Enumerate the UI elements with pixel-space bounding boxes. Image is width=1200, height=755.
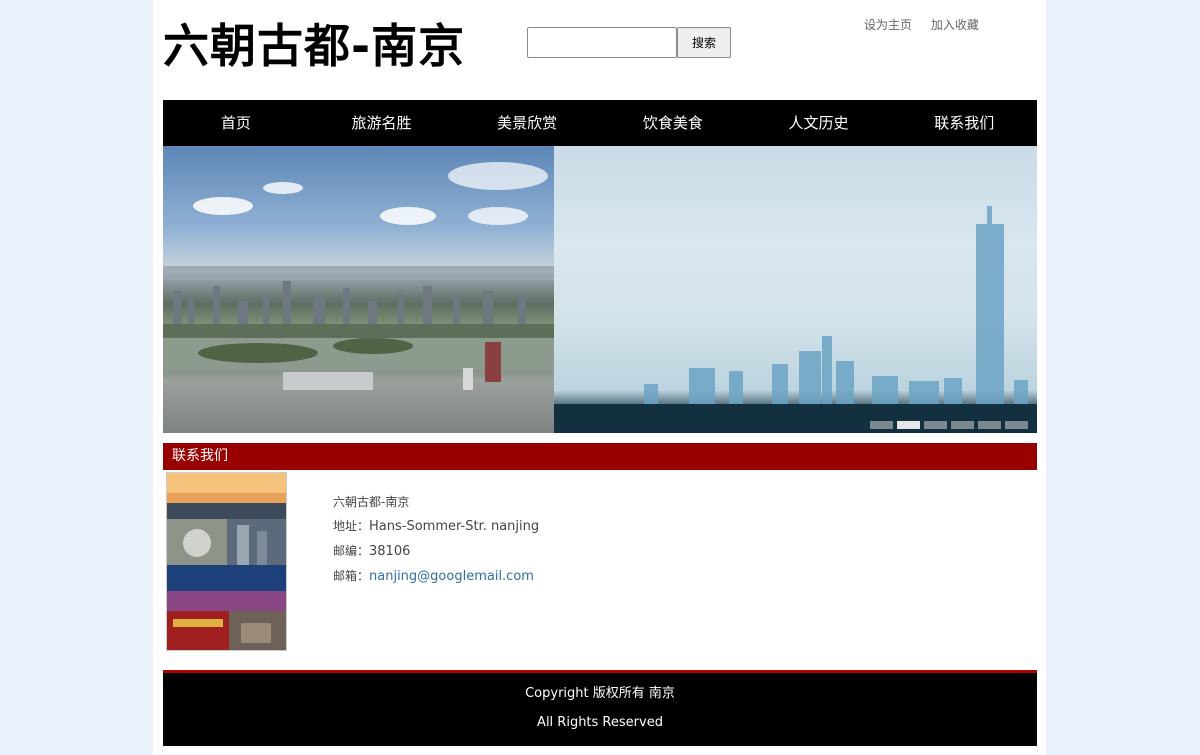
nav-item-contact[interactable]: 联系我们 (891, 100, 1037, 146)
contact-postcode-row: 邮编：38106 (333, 539, 539, 564)
nanjing-collage-illustration (167, 473, 286, 650)
footer-rights: All Rights Reserved (537, 715, 663, 730)
slide-dot-6[interactable] (1005, 421, 1028, 429)
email-label: 邮箱： (333, 569, 370, 583)
contact-collage-image (166, 472, 287, 651)
set-homepage-link[interactable]: 设为主页 (864, 18, 912, 32)
banner-slider[interactable] (163, 146, 1037, 433)
nav-item-food[interactable]: 饮食美食 (600, 100, 746, 146)
search-button[interactable]: 搜索 (677, 27, 731, 58)
banner-city-lake-image (163, 146, 554, 433)
contact-email-row: 邮箱：nanjing@googlemail.com (333, 564, 539, 589)
top-links: 设为主页 加入收藏 (864, 16, 994, 33)
postcode-value: 38106 (369, 544, 411, 559)
contact-info: 六朝古都-南京 地址：Hans-Sommer-Str. nanjing 邮编：3… (333, 490, 539, 589)
slide-dot-3[interactable] (924, 421, 947, 429)
footer: Copyright 版权所有 南京 All Rights Reserved (163, 670, 1037, 746)
nav-item-scenery[interactable]: 美景欣赏 (454, 100, 600, 146)
nav-item-attractions[interactable]: 旅游名胜 (309, 100, 455, 146)
nav-item-home[interactable]: 首页 (163, 100, 309, 146)
slide-dot-5[interactable] (978, 421, 1001, 429)
contact-section-title: 联系我们 (163, 443, 1037, 470)
skyline-illustration (554, 206, 1037, 433)
contact-name: 六朝古都-南京 (333, 495, 410, 509)
banner-skyline-image (554, 146, 1037, 433)
city-lake-illustration (163, 162, 554, 390)
slide-dot-1[interactable] (870, 421, 893, 429)
slide-dot-4[interactable] (951, 421, 974, 429)
address-label: 地址： (333, 519, 370, 533)
add-favorite-link[interactable]: 加入收藏 (931, 18, 979, 32)
search-input[interactable] (527, 27, 677, 58)
nav-item-history[interactable]: 人文历史 (746, 100, 892, 146)
page-container: 六朝古都-南京 搜索 设为主页 加入收藏 首页 旅游名胜 美景欣赏 饮食美食 人… (153, 0, 1046, 755)
main-nav: 首页 旅游名胜 美景欣赏 饮食美食 人文历史 联系我们 (163, 100, 1037, 146)
site-logo: 六朝古都-南京 (163, 19, 466, 73)
slide-dot-2[interactable] (897, 421, 920, 429)
postcode-label: 邮编： (333, 544, 370, 558)
address-value: Hans-Sommer-Str. nanjing (369, 519, 540, 534)
slide-indicator (870, 421, 1028, 429)
footer-copyright: Copyright 版权所有 南京 (525, 686, 675, 701)
contact-address-row: 地址：Hans-Sommer-Str. nanjing (333, 514, 539, 539)
email-link[interactable]: nanjing@googlemail.com (369, 569, 534, 584)
